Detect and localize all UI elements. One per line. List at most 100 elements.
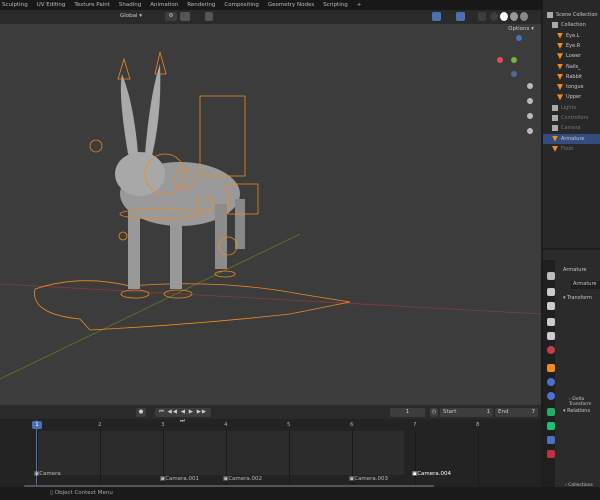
solid-shading-icon[interactable] <box>500 12 508 21</box>
proportional-edit-icon[interactable] <box>205 12 213 21</box>
data-tab-icon[interactable] <box>547 422 555 430</box>
wireframe-shading-icon[interactable] <box>490 12 498 21</box>
transform-orientation-dropdown[interactable]: Global ▾ <box>118 12 158 21</box>
collection-icon <box>547 12 553 18</box>
camera-marker[interactable]: ▣Camera.003 <box>349 476 388 482</box>
xray-icon[interactable] <box>478 12 486 21</box>
outliner-item-label: Floor <box>561 145 574 152</box>
workspace-tab[interactable]: Animation <box>150 2 178 8</box>
frame-tick-label: 4 <box>224 422 228 428</box>
material-shading-icon[interactable] <box>510 12 518 21</box>
object-tab-icon[interactable] <box>547 364 555 372</box>
preview-range-icon[interactable]: ◷ <box>430 408 438 417</box>
workspace-tab[interactable]: Shading <box>119 2 141 8</box>
outliner-item-label: Upper <box>566 94 582 101</box>
status-bar: ▯ Object Context Menu <box>0 487 600 500</box>
camera-marker[interactable]: ▣Camera.002 <box>223 476 262 482</box>
tool-tab-icon[interactable] <box>547 272 555 280</box>
object-icon <box>557 94 563 101</box>
object-icon <box>557 53 563 60</box>
data-name-field[interactable]: Armature <box>571 281 600 289</box>
outliner-item[interactable]: Floor <box>543 144 600 154</box>
collection-icon <box>552 125 558 132</box>
options-dropdown[interactable]: Options ▾ <box>506 25 536 34</box>
collection-icon <box>552 115 558 121</box>
relations-panel-header[interactable]: ▾ Relations <box>563 408 590 414</box>
outliner-item[interactable]: Eye.R <box>543 41 600 51</box>
record-button[interactable]: ● <box>136 408 146 417</box>
current-frame-field[interactable]: 1 <box>390 408 425 417</box>
outliner-panel: Scene Collection Collection Eye.L Eye.R Lowe… <box>543 0 600 248</box>
outliner-item[interactable]: Eye.L <box>543 31 600 41</box>
outliner-item-label: tongue <box>566 84 584 91</box>
output-tab-icon[interactable] <box>547 302 555 310</box>
overlay-icon[interactable] <box>456 12 465 21</box>
camera-marker[interactable]: ▣Camera.004 <box>412 471 451 477</box>
workspace-tab[interactable]: Sculpting <box>2 2 28 8</box>
workspace-tab[interactable]: Geometry Nodes <box>268 2 314 8</box>
workspace-tab[interactable]: Scripting <box>323 2 347 8</box>
armature-icon <box>552 135 558 142</box>
outliner-item-label: Eye.R <box>566 42 581 49</box>
outliner-item[interactable]: Rabbit <box>543 72 600 82</box>
physics-tab-icon[interactable] <box>547 392 555 400</box>
view-layer-tab-icon[interactable] <box>547 318 555 326</box>
gizmo-icon[interactable] <box>432 12 441 21</box>
constraint-tab-icon[interactable] <box>547 408 555 416</box>
frame-gridline <box>226 431 227 491</box>
outliner-item[interactable]: Camera <box>543 123 600 133</box>
workspace-tab[interactable]: Compositing <box>224 2 258 8</box>
frame-gridline <box>415 431 416 491</box>
start-label: Start <box>443 409 457 415</box>
outliner-item-label: Collection <box>561 22 586 29</box>
snap-icon[interactable] <box>180 12 190 21</box>
outliner-item[interactable]: Collection <box>543 20 600 30</box>
marker-label: Camera.002 <box>228 476 263 482</box>
frame-gridline <box>289 431 290 491</box>
frame-gridline <box>478 431 479 491</box>
object-icon <box>557 32 563 39</box>
outliner-item[interactable]: Lights <box>543 103 600 113</box>
camera-marker[interactable]: ▣Camera <box>34 471 61 477</box>
outliner-item[interactable]: tongue <box>543 82 600 92</box>
texture-tab-icon[interactable] <box>547 450 555 458</box>
timeline-header: ● ⏮ ◀◀ ◀ ▶ ▶▶ ⏭ 1 ◷ Start 1 End 7 <box>0 405 541 424</box>
world-tab-icon[interactable] <box>547 346 555 354</box>
end-frame-field[interactable]: End 7 <box>495 408 538 417</box>
x-axis-line <box>0 283 541 315</box>
object-name-field[interactable]: Armature <box>563 267 586 273</box>
rendered-shading-icon[interactable] <box>520 12 528 21</box>
orientation-label: Global <box>120 13 138 19</box>
object-icon <box>557 63 563 70</box>
playback-controls[interactable]: ⏮ ◀◀ ◀ ▶ ▶▶ ⏭ <box>155 408 211 424</box>
marker-label: Camera <box>39 471 61 477</box>
outliner-item[interactable]: Scene Collection <box>543 10 600 20</box>
workspace-tab[interactable]: UV Editing <box>37 2 66 8</box>
start-frame-field[interactable]: Start 1 <box>440 408 493 417</box>
pivot-icon[interactable]: ⚙ <box>165 12 177 21</box>
outliner-item[interactable]: Upper <box>543 92 600 102</box>
3d-viewport[interactable]: Options ▾ <box>0 24 541 405</box>
transform-label: Transform <box>567 295 592 301</box>
workspace-tab[interactable]: Rendering <box>187 2 215 8</box>
scene-tab-icon[interactable] <box>547 332 555 340</box>
playhead-frame[interactable]: 1 <box>32 421 42 429</box>
modifier-tab-icon[interactable] <box>547 378 555 386</box>
outliner-item[interactable]: Nails_ <box>543 62 600 72</box>
outliner-item[interactable]: Armature <box>543 133 600 144</box>
end-label: End <box>498 409 509 415</box>
navigation-gizmo <box>497 35 522 77</box>
collection-icon <box>552 104 558 111</box>
workspace-tab[interactable]: + <box>357 2 362 8</box>
frame-tick-label: 5 <box>287 422 291 428</box>
outliner-item[interactable]: Controllers <box>543 113 600 123</box>
outliner-item[interactable]: Lower <box>543 51 600 61</box>
transform-panel-header[interactable]: ▾ Transform <box>563 295 592 301</box>
workspace-tab[interactable]: Texture Paint <box>74 2 110 8</box>
outliner-item-label: Nails_ <box>566 63 581 70</box>
camera-marker[interactable]: ▣Camera.001 <box>160 476 199 482</box>
delta-transform-header[interactable]: › Delta Transform <box>569 397 600 407</box>
relations-label: Relations <box>567 408 591 414</box>
render-tab-icon[interactable] <box>547 288 555 296</box>
bone-tab-icon[interactable] <box>547 436 555 444</box>
